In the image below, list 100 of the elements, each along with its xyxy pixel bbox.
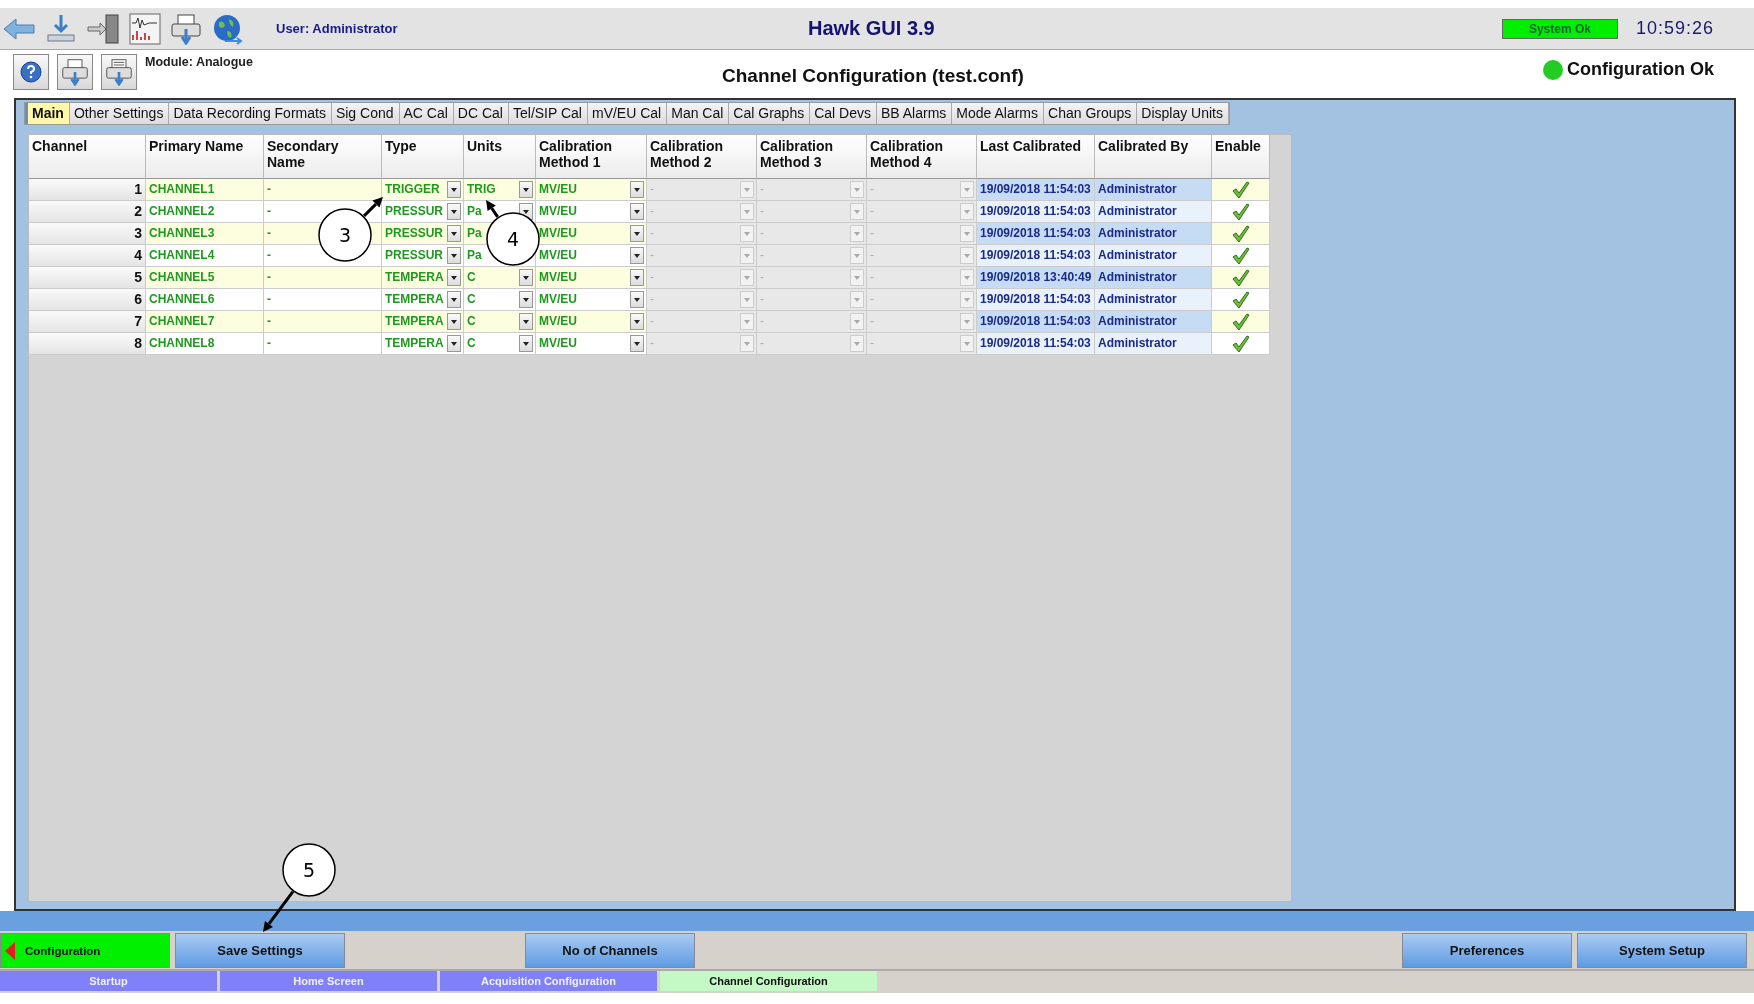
tab[interactable]: mV/EU Cal <box>588 103 668 124</box>
dropdown-button[interactable] <box>630 313 644 330</box>
dropdown-value: MV/EU <box>539 335 577 352</box>
table-cell: 19/09/2018 11:54:03 <box>977 201 1095 223</box>
dropdown-value: - <box>650 247 654 264</box>
dropdown-value: - <box>760 335 764 352</box>
dropdown-button[interactable] <box>630 291 644 308</box>
dropdown-value: MV/EU <box>539 203 577 220</box>
table-cell: CHANNEL8 <box>146 333 264 355</box>
dropdown-button[interactable] <box>447 181 461 198</box>
dropdown-button[interactable] <box>519 313 533 330</box>
page-title: Channel Configuration (test.conf) <box>722 65 1024 87</box>
dropdown-button[interactable] <box>519 181 533 198</box>
dropdown-value: - <box>870 181 874 198</box>
dropdown-button[interactable] <box>519 335 533 352</box>
dropdown-button[interactable] <box>519 269 533 286</box>
exit-door-icon[interactable] <box>86 12 120 45</box>
dropdown-button[interactable] <box>630 269 644 286</box>
dropdown-button[interactable] <box>519 291 533 308</box>
dropdown-button[interactable] <box>447 225 461 242</box>
tab[interactable]: AC Cal <box>399 103 454 124</box>
table-cell: - <box>264 289 382 311</box>
callout: 5 <box>263 843 336 932</box>
dropdown-value: TRIG <box>467 181 496 198</box>
dropdown-value: - <box>760 225 764 242</box>
row-number: 4 <box>29 245 146 267</box>
globe-icon[interactable] <box>211 12 243 45</box>
nav-tab[interactable]: Channel Configuration <box>660 971 877 991</box>
action-button[interactable]: System Setup <box>1577 933 1747 968</box>
dropdown-button[interactable] <box>447 269 461 286</box>
dropdown-value: C <box>467 269 476 286</box>
dropdown-value: - <box>870 203 874 220</box>
tab[interactable]: BB Alarms <box>876 103 953 124</box>
tab[interactable]: Mode Alarms <box>952 103 1045 124</box>
dropdown-button[interactable] <box>630 203 644 220</box>
dropdown-value: - <box>650 313 654 330</box>
dropdown-button[interactable] <box>630 225 644 242</box>
dropdown-value: PRESSUR <box>385 225 443 242</box>
table-cell: - <box>264 179 382 201</box>
waveform-chart-icon[interactable] <box>129 12 161 45</box>
back-button[interactable]: Configuration <box>0 933 170 968</box>
column-header: Primary Name <box>146 135 264 179</box>
dropdown-value: - <box>870 247 874 264</box>
dropdown-button[interactable] <box>630 335 644 352</box>
tab[interactable]: Display Units <box>1137 103 1229 124</box>
print-button[interactable] <box>57 54 93 90</box>
tab[interactable]: Sig Cond <box>331 103 400 124</box>
dropdown-value: - <box>760 313 764 330</box>
print-table-button[interactable] <box>101 54 137 90</box>
printer-icon <box>61 58 89 86</box>
table-cell: CHANNEL5 <box>146 267 264 289</box>
tab[interactable]: Data Recording Formats <box>169 103 332 124</box>
tab[interactable]: Other Settings <box>69 103 170 124</box>
table-cell: Administrator <box>1095 223 1212 245</box>
dropdown-button[interactable] <box>630 181 644 198</box>
tab[interactable]: Man Cal <box>667 103 730 124</box>
action-button[interactable]: Save Settings <box>175 933 345 968</box>
app-title: Hawk GUI 3.9 <box>808 17 935 40</box>
table-cell: 19/09/2018 11:54:03 <box>977 333 1095 355</box>
dropdown-value: - <box>870 335 874 352</box>
column-header: Calibration Method 2 <box>647 135 757 179</box>
dropdown-button[interactable] <box>447 203 461 220</box>
tab[interactable]: Cal Devs <box>810 103 877 124</box>
callout: 3 <box>318 197 383 262</box>
dropdown-button[interactable] <box>447 313 461 330</box>
table-cell: CHANNEL3 <box>146 223 264 245</box>
tab[interactable]: DC Cal <box>453 103 509 124</box>
column-header: Calibration Method 4 <box>867 135 977 179</box>
printer-icon <box>105 58 133 86</box>
table-cell: Administrator <box>1095 201 1212 223</box>
tab[interactable]: Cal Graphs <box>729 103 811 124</box>
printer-icon[interactable] <box>170 12 202 45</box>
dropdown-button[interactable] <box>630 247 644 264</box>
dropdown-value: Pa <box>467 225 482 242</box>
help-button[interactable] <box>13 54 49 90</box>
table-cell: CHANNEL4 <box>146 245 264 267</box>
dropdown-value: C <box>467 313 476 330</box>
configuration-status: Configuration Ok <box>1567 59 1714 80</box>
dropdown-button[interactable] <box>447 335 461 352</box>
row-number: 5 <box>29 267 146 289</box>
dropdown-button[interactable] <box>447 247 461 264</box>
table-cell: Administrator <box>1095 245 1212 267</box>
table-cell: CHANNEL7 <box>146 311 264 333</box>
row-number: 6 <box>29 289 146 311</box>
action-button[interactable]: Preferences <box>1402 933 1572 968</box>
tab[interactable]: Chan Groups <box>1044 103 1138 124</box>
dropdown-value: - <box>760 181 764 198</box>
table-cell: 19/09/2018 11:54:03 <box>977 223 1095 245</box>
table-cell: Administrator <box>1095 289 1212 311</box>
dropdown-value: - <box>650 181 654 198</box>
tab[interactable]: Main <box>25 103 70 124</box>
dropdown-value: - <box>760 291 764 308</box>
dropdown-button[interactable] <box>447 291 461 308</box>
dropdown-value: C <box>467 335 476 352</box>
download-icon[interactable] <box>45 12 77 45</box>
row-number: 2 <box>29 201 146 223</box>
dropdown-value: - <box>650 291 654 308</box>
back-arrow-icon <box>5 941 15 960</box>
tab[interactable]: Tel/SIP Cal <box>509 103 588 124</box>
action-button[interactable]: No of Channels <box>525 933 695 968</box>
